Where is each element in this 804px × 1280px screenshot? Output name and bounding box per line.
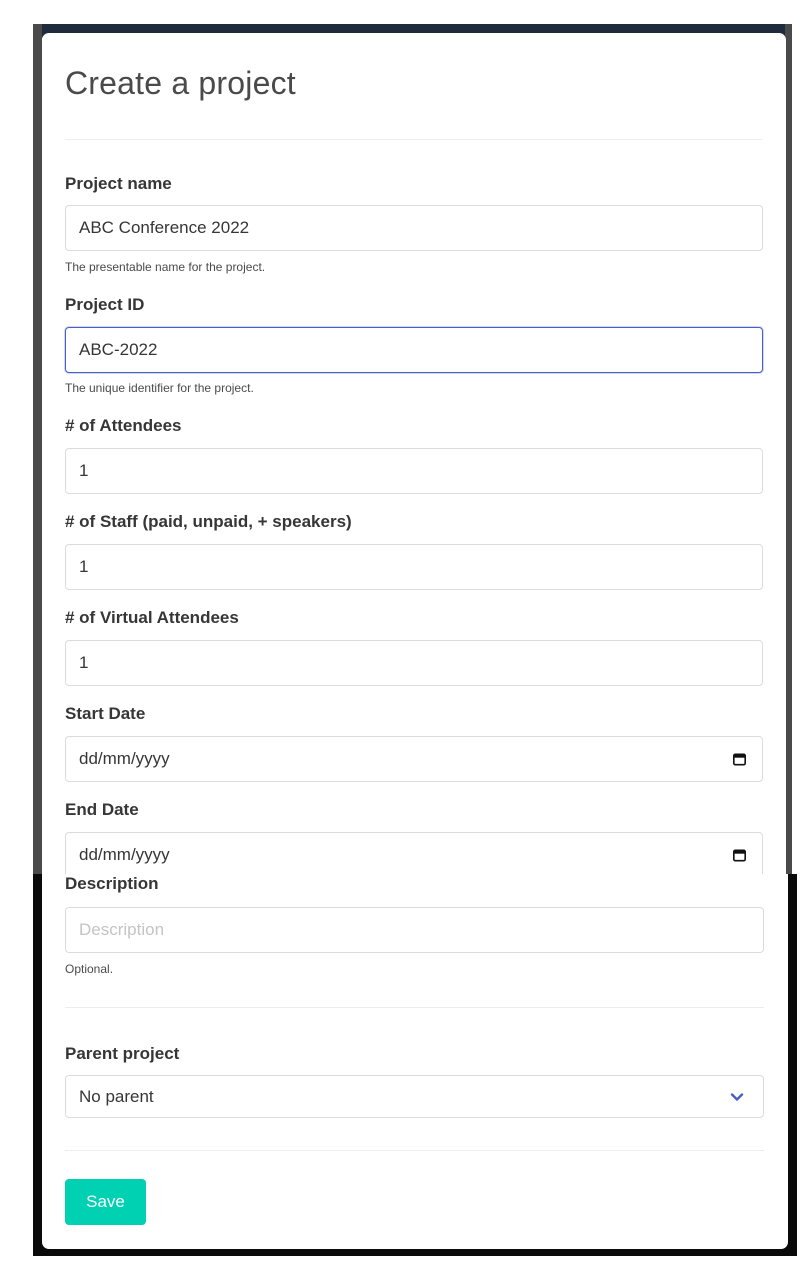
project-id-label: Project ID [65, 295, 145, 314]
start-date-value: dd/mm/yyyy [79, 749, 170, 768]
parent-project-select[interactable]: No parent [65, 1075, 764, 1118]
footer-divider [65, 1150, 764, 1151]
description-label: Description [65, 874, 159, 893]
project-id-help: The unique identifier for the project. [65, 381, 254, 395]
chevron-down-icon [730, 1092, 744, 1101]
virtual-attendees-value: 1 [79, 653, 89, 672]
modal-backdrop-left [33, 24, 42, 874]
section-divider [65, 1007, 764, 1008]
project-id-value: ABC-2022 [79, 340, 158, 359]
description-help: Optional. [65, 962, 114, 976]
calendar-icon[interactable] [733, 753, 746, 766]
modal-backdrop-right [785, 24, 792, 874]
attendees-label: # of Attendees [65, 416, 182, 435]
project-name-help: The presentable name for the project. [65, 260, 266, 274]
attendees-input[interactable]: 1 [65, 448, 763, 494]
staff-input[interactable]: 1 [65, 544, 763, 590]
parent-project-selected: No parent [79, 1086, 154, 1106]
staff-label: # of Staff (paid, unpaid, + speakers) [65, 512, 352, 531]
create-project-modal: Create a project Project name ABC Confer… [42, 33, 786, 874]
project-name-label: Project name [65, 174, 172, 193]
staff-value: 1 [79, 557, 89, 576]
project-name-input[interactable]: ABC Conference 2022 [65, 205, 763, 251]
virtual-attendees-input[interactable]: 1 [65, 640, 763, 686]
modal-title: Create a project [65, 65, 296, 101]
description-input[interactable]: Description [65, 907, 764, 953]
parent-project-label: Parent project [65, 1044, 180, 1063]
create-project-modal-footer: Description Description Optional. Parent… [42, 874, 788, 1249]
description-placeholder: Description [79, 920, 165, 939]
project-id-input[interactable]: ABC-2022 [65, 327, 763, 373]
virtual-attendees-label: # of Virtual Attendees [65, 608, 239, 627]
start-date-label: Start Date [65, 704, 146, 723]
save-button[interactable]: Save [65, 1179, 146, 1225]
project-name-value: ABC Conference 2022 [79, 218, 250, 237]
end-date-input[interactable]: dd/mm/yyyy [65, 832, 763, 874]
attendees-value: 1 [79, 461, 89, 480]
end-date-label: End Date [65, 800, 139, 819]
start-date-input[interactable]: dd/mm/yyyy [65, 736, 763, 782]
title-divider [65, 139, 762, 140]
calendar-icon[interactable] [733, 849, 746, 862]
end-date-value: dd/mm/yyyy [79, 845, 170, 864]
